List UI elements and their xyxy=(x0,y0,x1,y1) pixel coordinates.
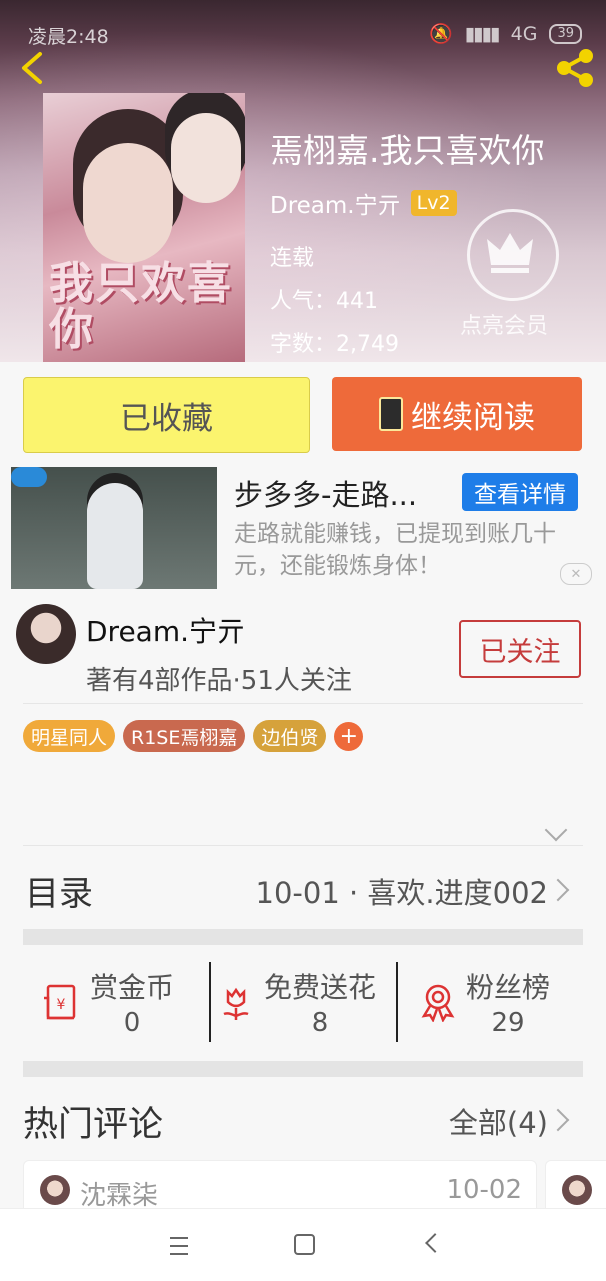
toc-latest-chapter[interactable]: 10-01 · 喜欢.进度002 xyxy=(256,870,549,912)
mute-icon: 🔕 xyxy=(429,23,453,45)
stat-divider xyxy=(396,962,398,1042)
back-button[interactable] xyxy=(14,48,50,88)
reward-coins-stat[interactable]: ¥ 赏金币 0 xyxy=(42,962,174,1042)
tag-item[interactable]: 明星同人 xyxy=(23,720,116,752)
book-title: 焉栩嘉.我只喜欢你 xyxy=(270,131,545,170)
ad-video-thumbnail[interactable] xyxy=(11,467,217,589)
status-icons: 🔕 ▮▮▮▮ 4G 39 xyxy=(429,22,582,45)
comment-avatar[interactable] xyxy=(562,1175,592,1205)
send-flower-stat[interactable]: 免费送花 8 xyxy=(216,962,376,1042)
stat-label: 粉丝榜 xyxy=(466,971,551,1004)
vip-label[interactable]: 点亮会员 xyxy=(460,308,548,340)
favorite-button-label: 已收藏 xyxy=(120,400,213,437)
book-header: 凌晨2:48 🔕 ▮▮▮▮ 4G 39 我只欢喜你 焉栩嘉.我只喜欢你 Drea… xyxy=(0,0,606,362)
status-time: 凌晨2:48 xyxy=(28,26,109,48)
crown-icon xyxy=(487,233,533,273)
tag-item[interactable]: 边伯贤 xyxy=(253,720,327,752)
tag-list: 明星同人 R1SE焉栩嘉 边伯贤 + xyxy=(23,720,364,752)
author-stats: 著有4部作品·51人关注 xyxy=(86,666,352,696)
share-icon xyxy=(557,49,593,87)
book-word-count: 字数：2,749 xyxy=(270,332,399,357)
favorite-button[interactable]: 已收藏 xyxy=(23,377,310,453)
status-bar: 凌晨2:48 🔕 ▮▮▮▮ 4G 39 xyxy=(0,0,606,64)
ad-person-figure xyxy=(87,483,143,589)
toc-chevron-right-icon[interactable] xyxy=(546,878,570,902)
all-comments-link[interactable]: 全部(4) xyxy=(449,1100,548,1142)
ad-details-button[interactable]: 查看详情 xyxy=(462,473,578,511)
chevron-left-icon xyxy=(22,52,42,84)
section-separator xyxy=(23,1061,583,1077)
add-tag-button[interactable]: + xyxy=(334,721,364,751)
share-button[interactable] xyxy=(552,48,598,88)
author-avatar[interactable] xyxy=(16,604,76,664)
home-icon[interactable] xyxy=(294,1234,315,1255)
divider xyxy=(23,845,583,846)
vip-button[interactable] xyxy=(467,209,559,301)
toc-label[interactable]: 目录 xyxy=(25,866,93,915)
ad-logo-icon xyxy=(11,467,47,487)
author-name[interactable]: Dream.宁亓 xyxy=(86,610,245,650)
ad-description[interactable]: 走路就能赚钱，已提现到账几十元，还能锻炼身体！ xyxy=(234,518,564,582)
menu-icon[interactable] xyxy=(170,1237,188,1255)
coin-envelope-icon: ¥ xyxy=(44,984,76,1020)
stat-value: 29 xyxy=(491,1008,525,1038)
signal-icon: ▮▮▮▮ xyxy=(464,22,501,45)
stat-divider xyxy=(209,962,211,1042)
comment-date: 10-02 xyxy=(446,1175,522,1205)
flower-icon xyxy=(223,987,249,1020)
comments-chevron-right-icon[interactable] xyxy=(546,1108,570,1132)
svg-text:¥: ¥ xyxy=(57,997,66,1013)
stat-value: 0 xyxy=(123,1008,141,1038)
comment-author: 沈霖柒 xyxy=(80,1181,159,1211)
expand-chevron-down-icon[interactable] xyxy=(544,818,568,842)
book-popularity: 人气：441 xyxy=(270,289,378,314)
comment-avatar[interactable] xyxy=(40,1175,70,1205)
stat-label: 免费送花 xyxy=(264,971,377,1004)
book-cover[interactable]: 我只欢喜你 xyxy=(43,93,245,362)
book-author[interactable]: Dream.宁亓 xyxy=(270,186,401,220)
cover-figure-girl xyxy=(83,143,173,263)
author-level-badge: Lv2 xyxy=(410,190,457,216)
book-status: 连载 xyxy=(270,246,315,271)
stat-label: 赏金币 xyxy=(90,971,175,1004)
stat-value: 8 xyxy=(311,1008,329,1038)
ad-title[interactable]: 步多多-走路... xyxy=(234,472,417,514)
cover-title-art: 我只欢喜你 xyxy=(49,258,233,355)
cover-figure-boy xyxy=(171,113,241,203)
network-type: 4G xyxy=(510,22,538,45)
medal-icon xyxy=(421,984,455,1022)
section-separator xyxy=(23,929,583,945)
hot-comments-title: 热门评论 xyxy=(23,1105,164,1145)
follow-button[interactable]: 已关注 xyxy=(459,620,581,678)
book-icon xyxy=(379,397,403,431)
battery-icon: 39 xyxy=(549,23,582,44)
tag-item[interactable]: R1SE焉栩嘉 xyxy=(123,720,246,752)
divider xyxy=(23,703,583,704)
continue-reading-label: 继续阅读 xyxy=(411,399,535,436)
ad-close-button[interactable]: ✕ xyxy=(560,563,592,585)
fan-ranking-stat[interactable]: 粉丝榜 29 xyxy=(418,962,550,1042)
continue-reading-button[interactable]: 继续阅读 xyxy=(332,377,582,451)
book-author-row[interactable]: Dream.宁亓 Lv2 xyxy=(270,186,457,220)
